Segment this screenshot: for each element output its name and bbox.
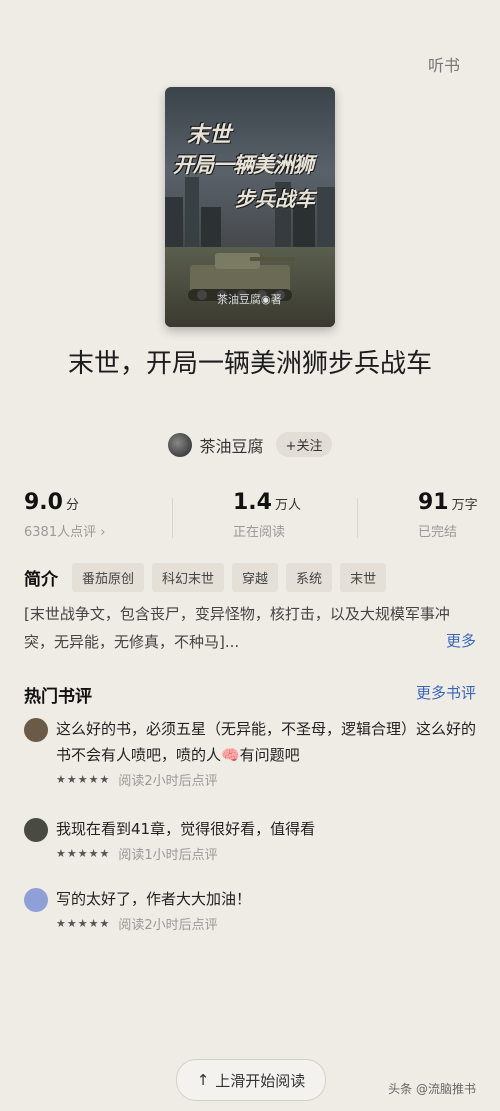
- review-meta: ★★★★★ 阅读2小时后点评: [56, 770, 479, 789]
- book-stats: 9.0 分 6381人点评 › 1.4 万人 正在阅读 91 万字 已完结: [0, 490, 500, 550]
- start-reading-button[interactable]: ↑ 上滑开始阅读: [176, 1059, 326, 1101]
- rating-stat[interactable]: 9.0 分 6381人点评 ›: [24, 490, 105, 540]
- tag-item[interactable]: 穿越: [232, 563, 279, 592]
- rating-value: 9.0: [24, 490, 63, 515]
- reviewer-avatar[interactable]: [24, 888, 48, 912]
- arrow-up-icon: ↑: [196, 1071, 210, 1089]
- cover-title-line2: 开局一辆美洲狮: [173, 153, 314, 177]
- review-item[interactable]: 我现在看到41章，觉得很好看，值得看 ★★★★★ 阅读1小时后点评: [24, 816, 479, 863]
- intro-tags-row: 简介 番茄原创 科幻末世 穿越 系统 末世: [24, 563, 387, 592]
- words-unit: 万字: [451, 498, 478, 513]
- intro-more-link[interactable]: 更多: [446, 630, 476, 651]
- review-text: 我现在看到41章，觉得很好看，值得看: [56, 820, 316, 838]
- cover-title-line3: 步兵战车: [235, 187, 315, 211]
- book-cover[interactable]: 末世 开局一辆美洲狮 步兵战车 茶油豆腐◉著: [165, 87, 335, 327]
- cover-author-mark: 茶油豆腐◉著: [217, 293, 282, 306]
- tag-item[interactable]: 系统: [286, 563, 333, 592]
- words-stat: 91 万字 已完结: [418, 490, 478, 540]
- review-time: 阅读2小时后点评: [118, 918, 218, 933]
- rating-unit: 分: [65, 498, 79, 513]
- review-meta: ★★★★★ 阅读2小时后点评: [56, 914, 479, 933]
- review-item[interactable]: 这么好的书，必须五星（无异能，不圣母，逻辑合理）这么好的书不会有人喷吧，喷的人🧠…: [24, 716, 479, 789]
- listen-button[interactable]: 听书: [428, 52, 460, 76]
- review-text: 这么好的书，必须五星（无异能，不圣母，逻辑合理）这么好的书不会有人喷吧，喷的人🧠…: [56, 720, 477, 764]
- book-title: 末世，开局一辆美洲狮步兵战车: [67, 349, 432, 379]
- review-text: 写的太好了，作者大大加油！: [56, 890, 252, 908]
- review-meta: ★★★★★ 阅读1小时后点评: [56, 844, 479, 863]
- review-item[interactable]: 写的太好了，作者大大加油！ ★★★★★ 阅读2小时后点评: [24, 886, 479, 933]
- author-avatar[interactable]: [167, 432, 192, 457]
- hot-reviews-heading: 热门书评: [24, 687, 92, 707]
- follow-button[interactable]: +关注: [275, 432, 333, 457]
- review-time: 阅读2小时后点评: [118, 774, 218, 789]
- readers-unit: 万人: [274, 498, 301, 513]
- rating-stars-icon: ★★★★★: [56, 773, 111, 786]
- stat-divider: [357, 498, 358, 538]
- status-label: 已完结: [418, 525, 458, 540]
- words-value: 91: [418, 490, 449, 515]
- tag-item[interactable]: 番茄原创: [72, 563, 145, 592]
- readers-label: 正在阅读: [233, 525, 286, 540]
- rating-stars-icon: ★★★★★: [56, 847, 111, 860]
- watermark: 头条 @流脑推书: [388, 1082, 476, 1096]
- author-row: 茶油豆腐 +关注: [0, 432, 500, 457]
- reviewer-avatar[interactable]: [24, 718, 48, 742]
- stat-divider: [172, 498, 173, 538]
- intro-heading: 简介: [24, 570, 58, 590]
- start-reading-label: 上滑开始阅读: [215, 1071, 306, 1090]
- intro-text: [末世战争文，包含丧尸，变异怪物，核打击，以及大规模军事冲突，无异能，无修真，不…: [24, 605, 450, 651]
- cover-image: 末世 开局一辆美洲狮 步兵战车 茶油豆腐◉著: [165, 87, 335, 327]
- rating-stars-icon: ★★★★★: [56, 917, 111, 930]
- review-time: 阅读1小时后点评: [118, 848, 218, 863]
- author-name[interactable]: 茶油豆腐: [200, 433, 264, 457]
- readers-value: 1.4: [233, 490, 272, 515]
- cover-title-line1: 末世: [187, 123, 232, 148]
- tag-item[interactable]: 科幻末世: [152, 563, 225, 592]
- more-reviews-link[interactable]: 更多书评: [416, 682, 476, 703]
- reviewer-avatar[interactable]: [24, 818, 48, 842]
- readers-stat: 1.4 万人 正在阅读: [233, 490, 301, 540]
- tag-item[interactable]: 末世: [340, 563, 387, 592]
- rating-count[interactable]: 6381人点评 ›: [24, 521, 105, 540]
